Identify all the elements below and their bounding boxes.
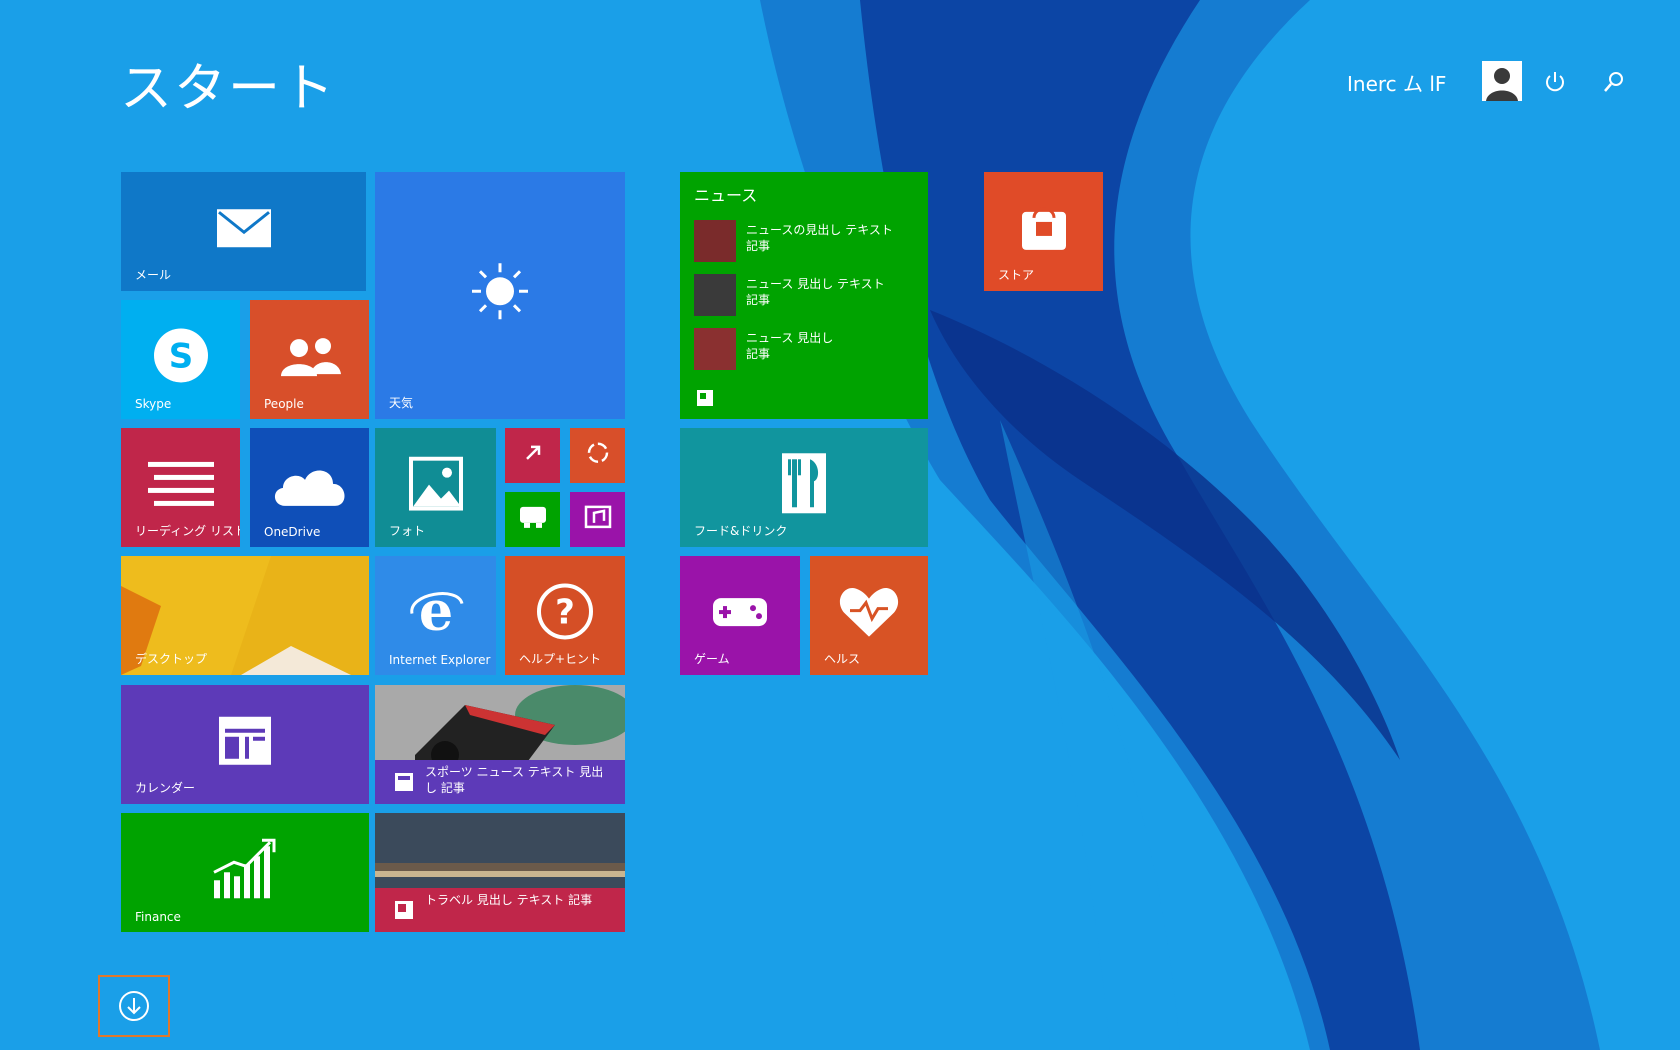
tile-mail[interactable]: メール bbox=[121, 172, 366, 291]
tile-label: Internet Explorer bbox=[389, 653, 491, 667]
caption-bar: トラベル 見出し テキスト 記事 bbox=[375, 888, 625, 932]
tile-small-2[interactable] bbox=[570, 428, 625, 483]
news-item[interactable]: ニュースの見出し テキスト 記事 bbox=[694, 220, 918, 264]
svg-text:S: S bbox=[168, 336, 193, 376]
fork-knife-icon bbox=[780, 451, 828, 519]
question-icon: ? bbox=[535, 581, 595, 645]
tile-label: Finance bbox=[135, 910, 181, 924]
search-icon[interactable] bbox=[1600, 68, 1628, 96]
user-name[interactable]: Inerc ム lF bbox=[1347, 68, 1446, 97]
refresh-icon bbox=[584, 438, 612, 470]
tile-label: ゲーム bbox=[694, 652, 730, 666]
news-item[interactable]: ニュース 見出し テキスト 記事 bbox=[694, 274, 918, 318]
tile-label: OneDrive bbox=[264, 525, 321, 539]
tile-finance[interactable]: Finance bbox=[121, 813, 369, 932]
sun-icon bbox=[468, 259, 532, 327]
tile-news[interactable]: ニュース ニュースの見出し テキスト 記事 ニュース 見出し テキスト 記事 ニュー… bbox=[680, 172, 928, 419]
tile-label: リーディング リスト bbox=[135, 524, 240, 538]
newspaper-icon bbox=[697, 390, 713, 406]
news-item-text: ニュース 見出し テキスト 記事 bbox=[746, 277, 885, 307]
heart-icon bbox=[838, 584, 900, 642]
reading-list-icon bbox=[147, 459, 214, 511]
shopping-bag-icon bbox=[1018, 203, 1070, 255]
page-title: スタート bbox=[120, 59, 337, 119]
cloud-icon bbox=[271, 459, 349, 511]
calendar-icon bbox=[217, 714, 273, 770]
tile-label: Skype bbox=[135, 397, 172, 411]
tile-label: デスクトップ bbox=[135, 652, 208, 666]
chart-icon bbox=[212, 836, 278, 904]
people-icon bbox=[277, 334, 343, 382]
avatar[interactable] bbox=[1482, 61, 1522, 101]
resize-icon bbox=[521, 440, 545, 468]
envelope-icon bbox=[216, 208, 272, 252]
tile-internet-explorer[interactable]: e Internet Explorer bbox=[375, 556, 496, 675]
svg-text:e: e bbox=[418, 583, 452, 639]
caption-bar: スポーツ ニュース テキスト 見出し 記事 bbox=[375, 760, 625, 804]
tile-store[interactable]: ストア bbox=[984, 172, 1103, 291]
arrow-down-circle-icon bbox=[119, 991, 149, 1021]
svg-text:?: ? bbox=[555, 592, 575, 632]
travel-photo bbox=[375, 813, 625, 893]
power-icon[interactable] bbox=[1541, 68, 1569, 96]
news-item[interactable]: ニュース 見出し 記事 bbox=[694, 328, 918, 372]
tile-weather[interactable]: 天気 bbox=[375, 172, 625, 419]
tile-sport-photo[interactable]: スポーツ ニュース テキスト 見出し 記事 bbox=[375, 685, 625, 804]
tile-health[interactable]: ヘルス bbox=[810, 556, 928, 675]
skype-icon: S bbox=[151, 325, 211, 389]
tile-label: フード&ドリンク bbox=[694, 524, 788, 538]
tile-people[interactable]: People bbox=[250, 300, 369, 419]
tile-label: ストア bbox=[998, 268, 1035, 282]
tile-label: 天気 bbox=[389, 396, 414, 410]
tile-label: ヘルプ+ヒント bbox=[519, 652, 602, 666]
all-apps-button[interactable] bbox=[98, 975, 170, 1037]
newspaper-icon bbox=[395, 773, 413, 791]
tile-small-4[interactable] bbox=[570, 492, 625, 547]
news-header: ニュース bbox=[694, 186, 758, 205]
tile-skype[interactable]: S Skype bbox=[121, 300, 240, 419]
tile-label: メール bbox=[135, 268, 172, 282]
newspaper-icon bbox=[395, 901, 413, 919]
gamepad-icon bbox=[709, 590, 771, 638]
internet-explorer-icon: e bbox=[408, 578, 464, 643]
news-thumbnail bbox=[694, 220, 736, 262]
news-thumbnail bbox=[694, 328, 736, 370]
news-thumbnail bbox=[694, 274, 736, 316]
tile-small-1[interactable] bbox=[505, 428, 560, 483]
tile-travel-photo[interactable]: トラベル 見出し テキスト 記事 bbox=[375, 813, 625, 932]
tile-games[interactable]: ゲーム bbox=[680, 556, 800, 675]
tile-onedrive[interactable]: OneDrive bbox=[250, 428, 369, 547]
tile-label: フォト bbox=[389, 524, 426, 538]
music-icon bbox=[584, 504, 612, 532]
tile-reading-list[interactable]: リーディング リスト bbox=[121, 428, 240, 547]
tile-small-3[interactable] bbox=[505, 492, 560, 547]
photo-caption: トラベル 見出し テキスト 記事 bbox=[425, 893, 593, 907]
tile-photos[interactable]: フォト bbox=[375, 428, 496, 547]
news-item-text: ニュースの見出し テキスト 記事 bbox=[746, 223, 893, 253]
sport-photo bbox=[375, 685, 625, 765]
tile-label: ヘルス bbox=[824, 652, 861, 666]
tile-desktop[interactable]: デスクトップ bbox=[121, 556, 369, 675]
photo-caption: スポーツ ニュース テキスト 見出し 記事 bbox=[425, 765, 604, 795]
news-item-text: ニュース 見出し 記事 bbox=[746, 331, 834, 361]
tile-food-drink[interactable]: フード&ドリンク bbox=[680, 428, 928, 547]
tile-calendar[interactable]: カレンダー bbox=[121, 685, 369, 804]
gamepad-icon bbox=[518, 504, 548, 532]
tile-help[interactable]: ? ヘルプ+ヒント bbox=[505, 556, 625, 675]
tile-label: カレンダー bbox=[135, 781, 196, 795]
tile-label: People bbox=[264, 397, 304, 411]
photo-icon bbox=[408, 456, 463, 514]
